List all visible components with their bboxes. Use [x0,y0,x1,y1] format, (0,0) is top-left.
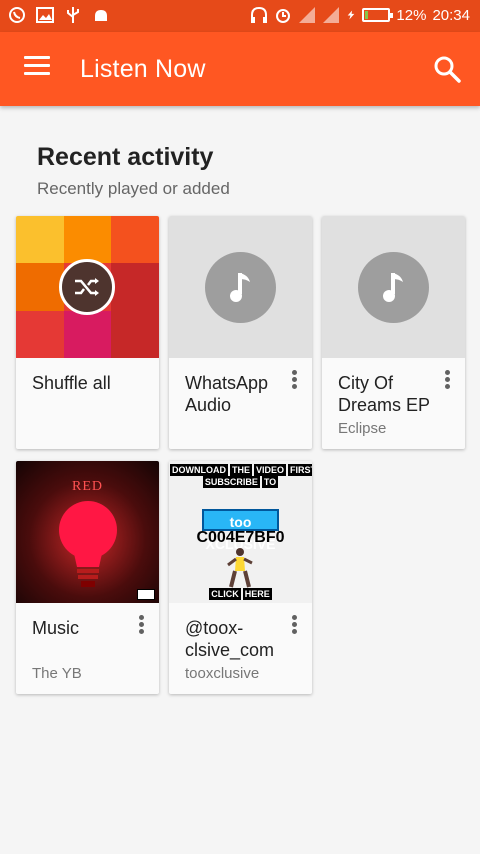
card-title: Shuffle all [32,373,111,393]
lightbulb-icon [59,501,117,587]
card-subtitle: tooxclusive [185,665,260,682]
cover-banner: SUBSCRIBE TO [202,476,279,488]
status-bar: 12% 20:34 [0,0,480,32]
card-subtitle: Eclipse [338,420,387,437]
page-title: Listen Now [80,55,206,83]
signal-icon [323,7,340,23]
android-icon [95,10,107,21]
card-tooxclusive[interactable]: DOWNLOADTHEVIDEOFIRST SUBSCRIBETO too XC… [169,461,312,694]
shuffle-icon[interactable] [59,259,115,315]
system-status: 12% 20:34 [250,6,470,24]
shuffle-art [16,216,159,358]
clock: 20:34 [432,6,470,24]
more-options-icon[interactable] [284,613,304,639]
charging-icon [348,10,355,20]
music-note-icon [205,252,276,323]
card-title: City Of Dreams EP [338,373,431,415]
section-subtitle: Recently played or added [37,179,230,198]
headphones-icon [251,6,268,23]
card-city-of-dreams[interactable]: City Of Dreams EP Eclipse [322,216,465,449]
battery-percent: 12% [396,6,427,24]
alarm-icon [276,9,291,23]
cover-text: RED [72,479,103,494]
more-options-icon[interactable] [131,613,151,639]
card-shuffle-all[interactable]: Shuffle all [16,216,159,449]
card-subtitle: The YB [32,665,82,682]
parental-advisory-label [137,589,155,600]
card-title: @toox-clsive_com [185,618,275,660]
album-art [169,216,312,358]
battery-level [365,11,369,19]
cover-logo: too XCLUSIVE [202,509,279,552]
more-options-icon[interactable] [284,368,304,394]
cover-banner: DOWNLOADTHEVIDEOFIRST [169,464,312,476]
image-icon [36,7,54,23]
whatsapp-icon [9,7,25,23]
section-title: Recent activity [37,143,214,171]
card-music[interactable]: RED Music The YB [16,461,159,694]
signal-icon [299,7,316,23]
more-options-icon[interactable] [437,368,457,394]
menu-icon[interactable] [24,56,50,78]
album-art: RED [16,461,159,603]
album-art [322,216,465,358]
cover-code: C004E7BF0 [196,529,285,546]
music-note-icon [358,252,429,323]
search-icon[interactable] [432,54,462,84]
notification-icons [8,6,110,24]
app-toolbar: Listen Now [0,32,480,106]
dancer-figure [227,548,253,588]
album-art: DOWNLOADTHEVIDEOFIRST SUBSCRIBETO too XC… [169,461,312,603]
cover-banner: CLICK HERE [209,588,272,600]
card-title: WhatsApp Audio [185,373,269,415]
battery-icon [362,8,394,22]
card-title: Music [32,618,80,638]
usb-icon [67,7,79,23]
card-whatsapp-audio[interactable]: WhatsApp Audio [169,216,312,449]
